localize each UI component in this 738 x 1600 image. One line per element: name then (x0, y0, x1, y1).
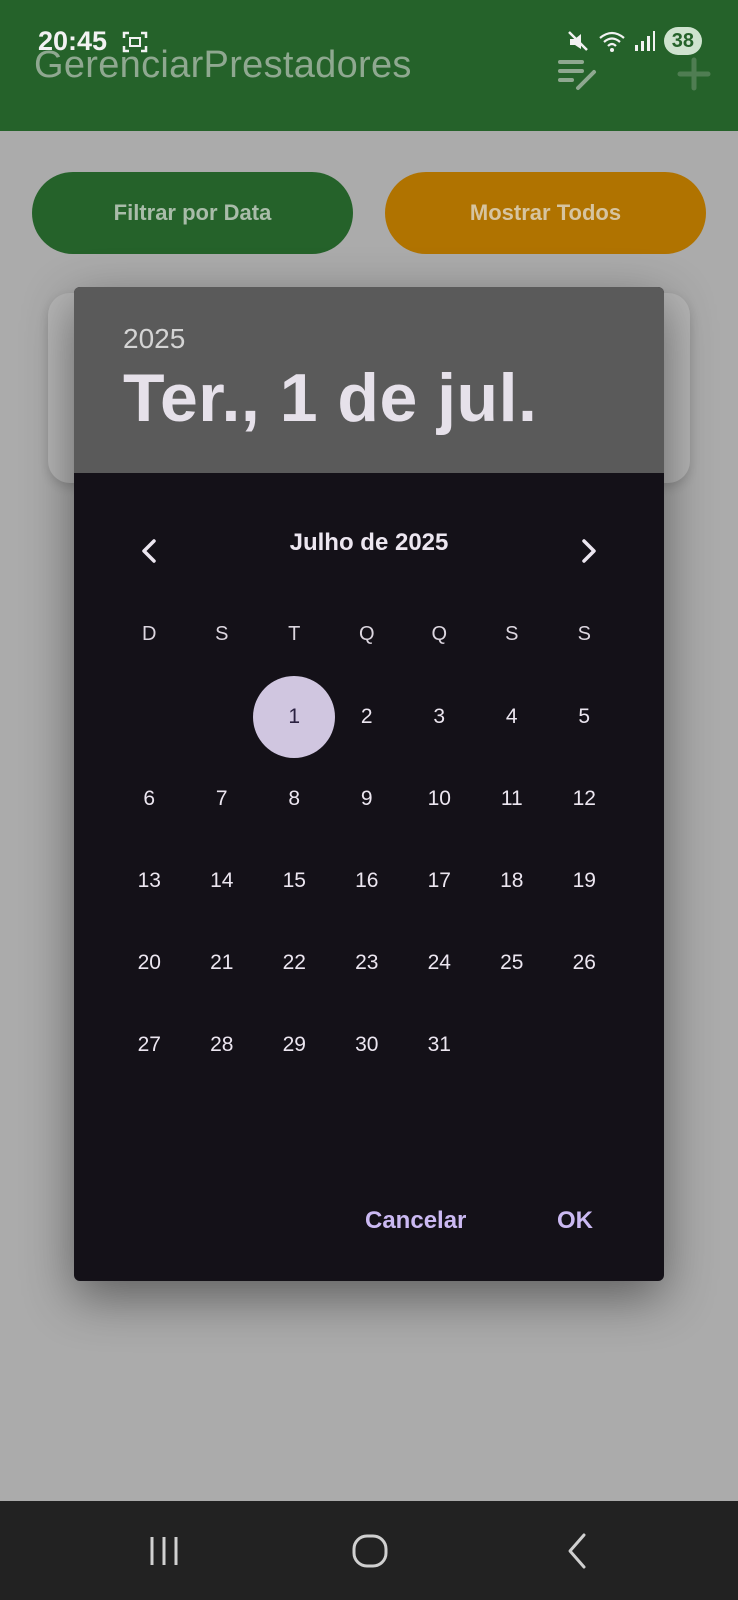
day-number: 5 (578, 705, 591, 728)
day-cell[interactable]: 26 (548, 922, 621, 1004)
mute-icon (567, 31, 588, 51)
day-number: 10 (427, 787, 451, 810)
day-number: 4 (505, 705, 518, 728)
day-number: 1 (288, 705, 301, 728)
day-number: 16 (355, 869, 379, 892)
weekday-label: S (505, 623, 519, 645)
day-cell[interactable]: 15 (258, 840, 331, 922)
battery-level: 38 (663, 27, 702, 55)
empty-day-cell (186, 676, 259, 758)
day-number: 21 (210, 951, 234, 974)
day-number: 2 (360, 705, 373, 728)
day-cell[interactable]: 6 (113, 758, 186, 840)
day-cell[interactable]: 18 (476, 840, 549, 922)
app-bar: GerenciarPrestadores (0, 0, 738, 131)
day-cell[interactable]: 29 (258, 1004, 331, 1086)
year-label[interactable]: 2025 (123, 323, 185, 355)
day-cell[interactable]: 23 (331, 922, 404, 1004)
signal-icon (634, 31, 655, 51)
ok-button[interactable]: OK (557, 1207, 593, 1235)
weekday-label: S (215, 623, 229, 645)
day-cell[interactable]: 17 (403, 840, 476, 922)
day-cell[interactable]: 4 (476, 676, 549, 758)
day-number: 6 (143, 787, 156, 810)
day-number: 29 (282, 1033, 306, 1056)
weekday-label: Q (431, 623, 448, 645)
show-all-button[interactable]: Mostrar Todos (385, 172, 706, 254)
weekday-label: D (142, 623, 157, 645)
next-month-button[interactable] (568, 531, 608, 571)
day-number: 3 (433, 705, 446, 728)
day-cell[interactable]: 3 (403, 676, 476, 758)
selected-date-label: Ter., 1 de jul. (123, 360, 538, 436)
day-number: 11 (500, 787, 523, 810)
edit-list-icon[interactable] (556, 52, 600, 96)
day-cell[interactable]: 25 (476, 922, 549, 1004)
day-cell[interactable]: 24 (403, 922, 476, 1004)
day-number: 14 (210, 869, 234, 892)
day-number: 27 (137, 1033, 161, 1056)
weekday-label: Q (358, 623, 375, 645)
day-number: 23 (355, 951, 379, 974)
day-number: 9 (360, 787, 373, 810)
day-cell-selected[interactable]: 1 (258, 676, 331, 758)
filter-by-date-button[interactable]: Filtrar por Data (32, 172, 353, 254)
weekday-label: T (288, 623, 301, 645)
day-cell[interactable]: 20 (113, 922, 186, 1004)
weekday-label: S (577, 623, 591, 645)
day-cell[interactable]: 31 (403, 1004, 476, 1086)
day-cell[interactable]: 8 (258, 758, 331, 840)
day-number: 24 (427, 951, 451, 974)
day-number: 7 (215, 787, 228, 810)
day-number: 12 (572, 787, 596, 810)
weekday-header: DSTQQSS (113, 623, 621, 646)
day-number: 25 (500, 951, 524, 974)
day-number: 30 (355, 1033, 379, 1056)
screenshot-icon (122, 31, 148, 53)
recents-icon[interactable] (144, 1531, 184, 1571)
calendar-grid: 1 2 3 4 5 6 7 8 9 10 11 12 13 14 15 16 17 18 19 20 21 22 23 24 2… (113, 676, 621, 1086)
day-cell[interactable]: 19 (548, 840, 621, 922)
wifi-icon (599, 31, 625, 52)
day-number: 31 (427, 1033, 451, 1056)
day-cell[interactable]: 27 (113, 1004, 186, 1086)
day-number: 13 (137, 869, 161, 892)
day-cell[interactable]: 2 (331, 676, 404, 758)
day-cell[interactable]: 12 (548, 758, 621, 840)
day-cell[interactable]: 30 (331, 1004, 404, 1086)
day-cell[interactable]: 14 (186, 840, 259, 922)
day-number: 28 (210, 1033, 234, 1056)
add-icon[interactable] (672, 52, 716, 96)
day-cell[interactable]: 13 (113, 840, 186, 922)
day-number: 8 (288, 787, 301, 810)
cancel-button[interactable]: Cancelar (365, 1207, 466, 1235)
day-cell[interactable]: 11 (476, 758, 549, 840)
day-cell[interactable]: 5 (548, 676, 621, 758)
day-cell[interactable]: 10 (403, 758, 476, 840)
day-cell[interactable]: 9 (331, 758, 404, 840)
navigation-bar (0, 1501, 738, 1600)
day-cell[interactable]: 16 (331, 840, 404, 922)
status-icons: 38 (566, 26, 702, 56)
chevron-right-icon (582, 539, 596, 563)
date-picker-header: 2025 Ter., 1 de jul. (74, 287, 664, 473)
empty-day-cell (113, 676, 186, 758)
day-number: 18 (500, 869, 524, 892)
day-cell[interactable]: 7 (186, 758, 259, 840)
day-number: 15 (282, 869, 306, 892)
day-number: 20 (137, 951, 161, 974)
day-cell[interactable]: 28 (186, 1004, 259, 1086)
back-icon[interactable] (558, 1531, 598, 1571)
day-cell[interactable]: 21 (186, 922, 259, 1004)
day-cell[interactable]: 22 (258, 922, 331, 1004)
status-time: 20:45 (38, 26, 108, 56)
day-number: 19 (572, 869, 596, 892)
day-number: 22 (282, 951, 306, 974)
home-icon[interactable] (350, 1531, 390, 1571)
date-picker-dialog: 2025 Ter., 1 de jul. Julho de 2025 DSTQQ… (74, 287, 664, 1281)
day-number: 26 (572, 951, 596, 974)
day-number: 17 (427, 869, 451, 892)
